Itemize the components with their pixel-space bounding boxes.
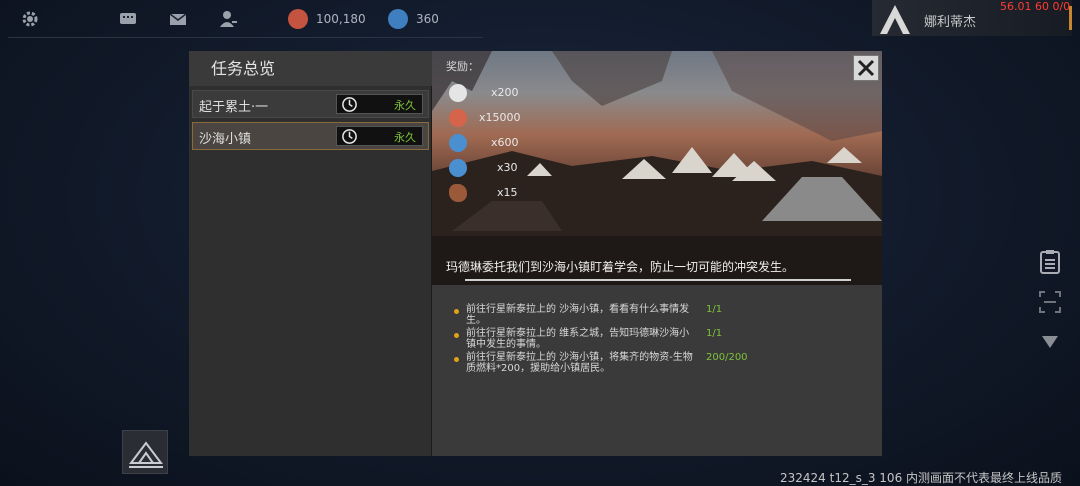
friends-icon[interactable]	[218, 9, 238, 29]
clock-icon	[342, 129, 357, 144]
chat-icon[interactable]	[118, 9, 138, 29]
bullet-icon	[454, 333, 459, 338]
mail-icon[interactable]	[168, 9, 188, 29]
blue-crystal-icon	[449, 134, 467, 152]
quest-timer: 永久	[336, 126, 423, 146]
quest-duration: 永久	[394, 99, 416, 112]
bullet-icon	[454, 309, 459, 314]
quest-list: 任务总览 起于累土·一 永久 沙海小镇 永久	[189, 51, 432, 456]
close-button[interactable]	[853, 55, 879, 81]
orange-coin-icon	[449, 109, 467, 127]
orange-coin-icon	[288, 9, 308, 29]
resource-crystals-value: 360	[416, 12, 439, 26]
reward-count: x30	[497, 161, 518, 174]
map-button[interactable]	[122, 430, 168, 474]
quest-panel: 任务总览 起于累土·一 永久 沙海小镇 永久 奖励： x200 x15000 x…	[189, 51, 882, 456]
quest-detail: 奖励： x200 x15000 x600 x30 x15 玛德琳委托我们到沙海小…	[432, 51, 882, 456]
reward-count: x15000	[479, 111, 521, 124]
objective-progress: 200/200	[706, 352, 748, 363]
reward-count: x15	[497, 186, 518, 199]
clipboard-icon[interactable]	[1037, 249, 1063, 275]
panel-title: 任务总览	[189, 51, 432, 86]
objective-text: 前往行星新泰拉上的 维系之城，告知玛德琳沙海小镇中发生的事情。	[466, 328, 690, 350]
quest-item-selected[interactable]: 沙海小镇 永久	[192, 122, 429, 150]
quest-name: 起于累土·一	[199, 100, 269, 115]
objective-text: 前往行星新泰拉上的 沙海小镇，看看有什么事情发生。	[466, 304, 690, 326]
objective-progress: 1/1	[706, 328, 723, 339]
quest-timer: 永久	[336, 94, 423, 114]
reward-count: x200	[491, 86, 519, 99]
quest-scene-image: 奖励： x200 x15000 x600 x30 x15 玛德琳委托我们到沙海小…	[432, 51, 882, 285]
faction-logo-icon	[880, 5, 910, 34]
resource-crystals: 360	[388, 9, 439, 29]
badge-icon	[449, 84, 467, 102]
objective-text: 前往行星新泰拉上的 沙海小镇，将集齐的物资-生物质燃料*200，援助给小镇居民。	[466, 352, 693, 374]
scan-icon[interactable]	[1037, 289, 1063, 315]
objective-list: 前往行星新泰拉上的 沙海小镇，看看有什么事情发生。 1/1 前往行星新泰拉上的 …	[432, 285, 882, 456]
collapse-arrow-icon[interactable]	[1037, 329, 1063, 355]
player-name: 娜利蒂杰	[924, 15, 977, 30]
blue-crystal-icon	[388, 9, 408, 29]
resource-coins-value: 100,180	[316, 12, 366, 26]
clock-icon	[342, 97, 357, 112]
ore-icon	[449, 184, 467, 202]
quest-description: 玛德琳委托我们到沙海小镇盯着学会，防止一切可能的冲突发生。	[446, 260, 795, 274]
reward-label: 奖励：	[446, 60, 479, 73]
resource-coins: 100,180	[288, 9, 366, 29]
description-divider	[465, 279, 851, 281]
blue-crystal-icon	[449, 159, 467, 177]
close-icon	[857, 59, 875, 77]
gear-icon[interactable]	[20, 9, 40, 29]
top-hud-bar: 100,180 360	[8, 0, 483, 38]
build-watermark: 232424 t12_s_3 106 内测画面不代表最终上线品质	[780, 471, 1063, 485]
quest-duration: 永久	[394, 131, 416, 144]
quest-name: 沙海小镇	[199, 132, 252, 147]
mountain-icon	[129, 441, 163, 468]
bullet-icon	[454, 357, 459, 362]
fps-counter: 56.01 60 0/0	[1000, 0, 1071, 13]
objective-progress: 1/1	[706, 304, 723, 315]
quest-item[interactable]: 起于累土·一 永久	[192, 90, 429, 118]
reward-count: x600	[491, 136, 519, 149]
